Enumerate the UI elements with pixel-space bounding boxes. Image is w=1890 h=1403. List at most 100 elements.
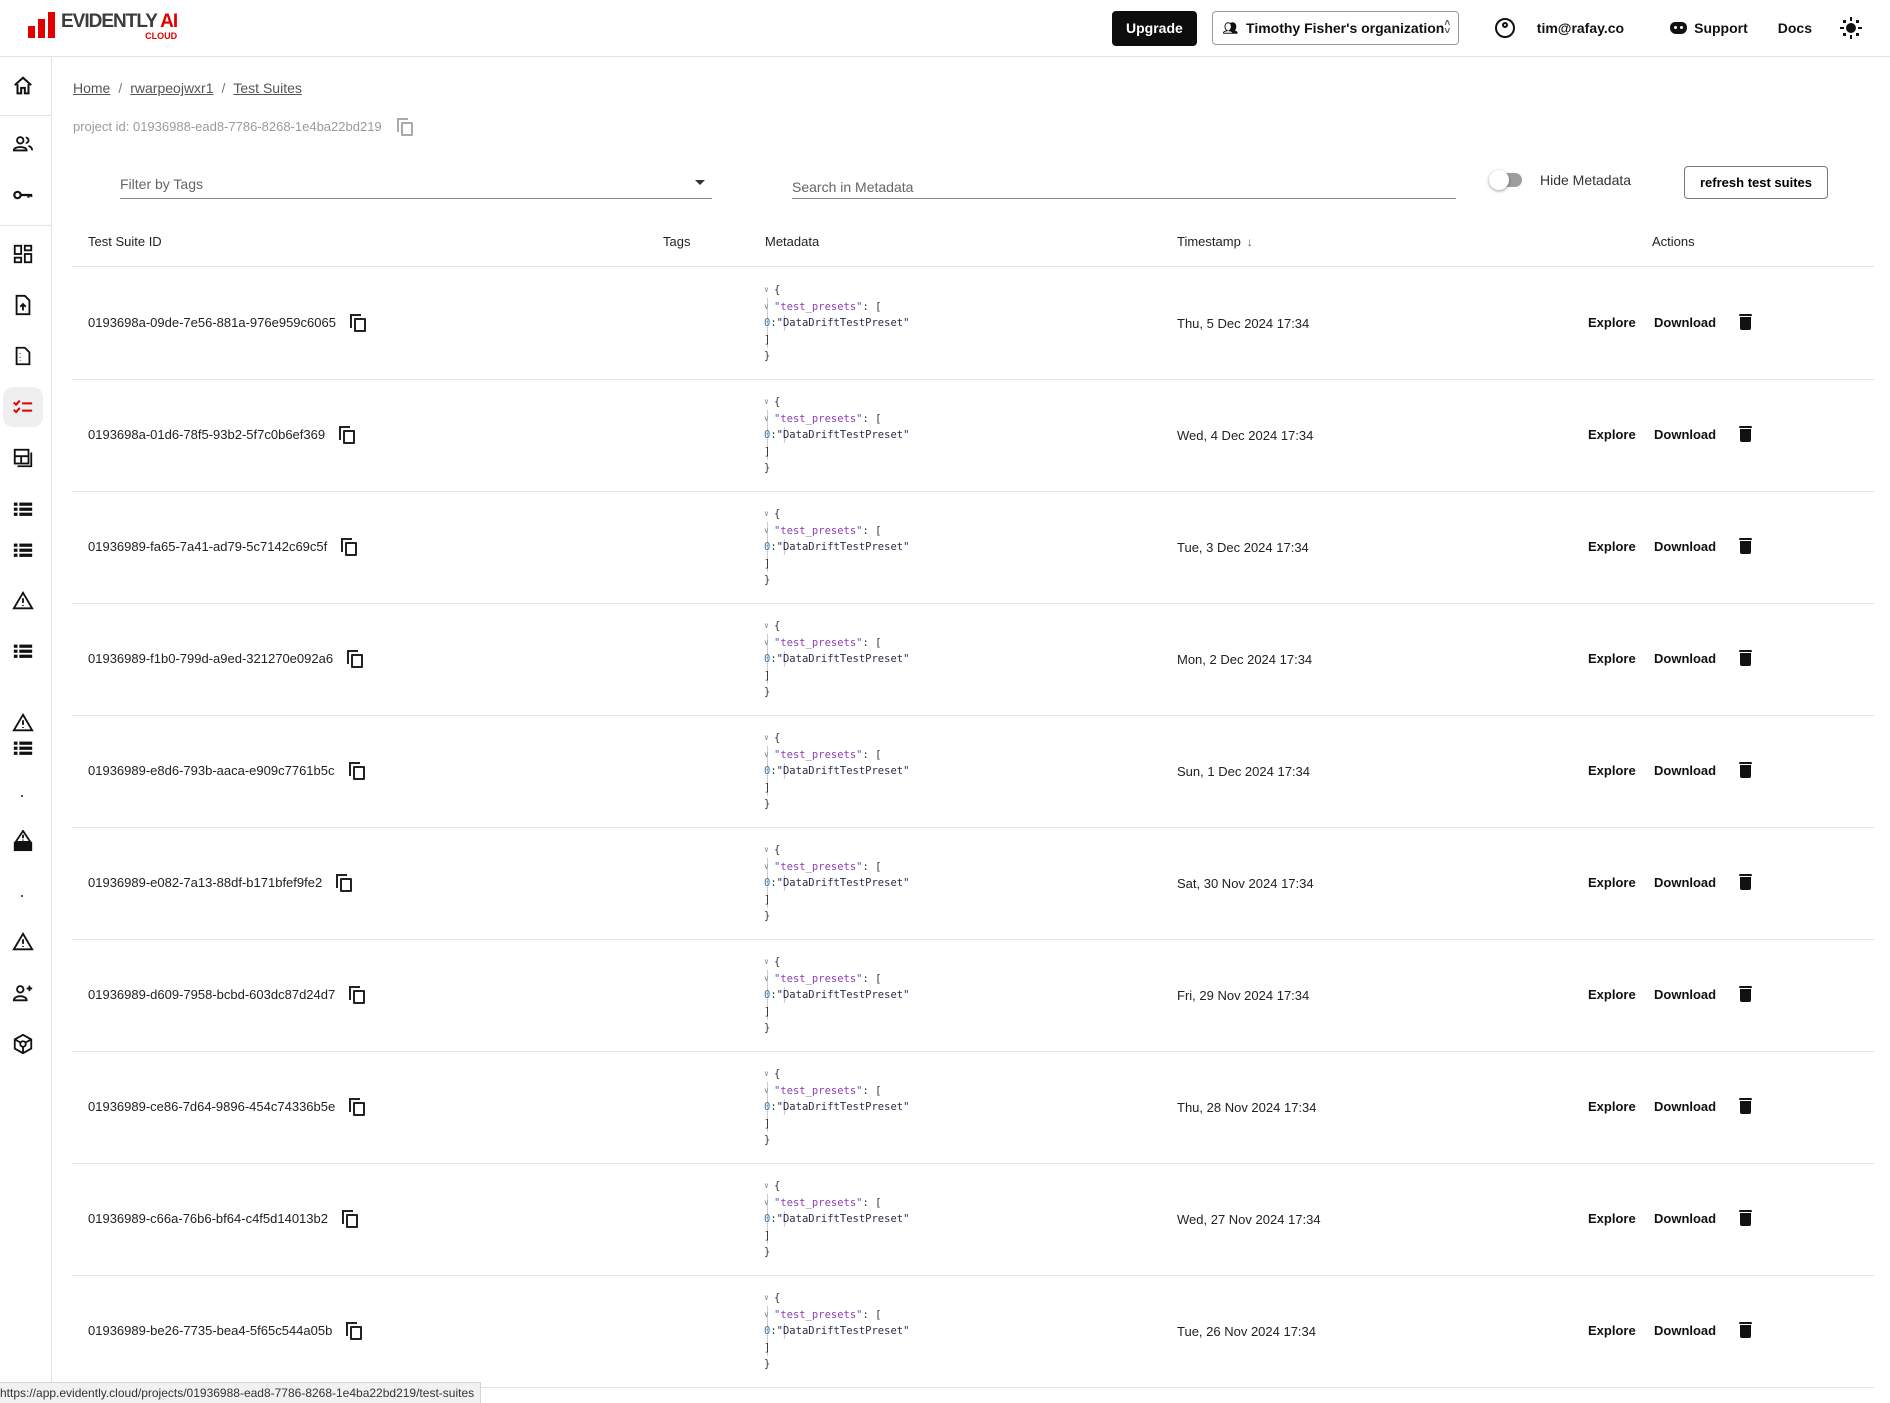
download-button[interactable]: Download — [1654, 651, 1716, 666]
collapse-chevron-icon[interactable]: ∨ — [764, 299, 774, 316]
docs-link[interactable]: Docs — [1778, 20, 1812, 36]
download-button[interactable]: Download — [1654, 875, 1716, 890]
collapse-chevron-icon[interactable]: ∨ — [764, 1290, 774, 1307]
sidebar-item-api-keys[interactable] — [3, 175, 43, 215]
collapse-chevron-icon[interactable]: ∨ — [764, 618, 774, 635]
download-button[interactable]: Download — [1654, 763, 1716, 778]
filter-by-tags-select[interactable]: Filter by Tags — [120, 168, 712, 199]
hide-metadata-toggle[interactable]: Hide Metadata — [1489, 170, 1631, 190]
explore-button[interactable]: Explore — [1588, 1211, 1636, 1226]
explore-button[interactable]: Explore — [1588, 875, 1636, 890]
collapse-chevron-icon[interactable]: ∨ — [764, 506, 774, 523]
sidebar-item-test-suites[interactable] — [3, 387, 43, 427]
explore-button[interactable]: Explore — [1588, 1099, 1636, 1114]
account-menu[interactable]: tim@rafay.co — [1494, 18, 1624, 38]
sun-icon[interactable] — [1840, 17, 1862, 39]
json-index: 0 — [764, 429, 771, 441]
collapse-chevron-icon[interactable]: ∨ — [764, 971, 774, 988]
sidebar-item-alerts-3[interactable] — [3, 922, 43, 962]
sidebar-item-users[interactable] — [3, 124, 43, 164]
sidebar-item-models[interactable] — [3, 1024, 43, 1064]
delete-trash-icon[interactable] — [1739, 538, 1752, 554]
support-link[interactable]: Support — [1670, 20, 1748, 36]
copy-icon[interactable] — [349, 314, 366, 332]
collapse-chevron-icon[interactable]: ∨ — [764, 859, 774, 876]
collapse-chevron-icon[interactable]: ∨ — [764, 635, 774, 652]
logo-sub-text: CLOUD — [145, 31, 178, 41]
organization-selector[interactable]: 👥︎ Timothy Fisher's organization ˄ ˅ — [1211, 11, 1459, 45]
evidently-logo[interactable]: EVIDENTLY AI CLOUD — [28, 12, 178, 41]
sidebar-item-invite[interactable] — [3, 973, 43, 1013]
download-button[interactable]: Download — [1654, 1099, 1716, 1114]
explore-button[interactable]: Explore — [1588, 427, 1636, 442]
collapse-chevron-icon[interactable]: ∨ — [764, 1307, 774, 1324]
download-button[interactable]: Download — [1654, 987, 1716, 1002]
collapse-chevron-icon[interactable]: ∨ — [764, 394, 774, 411]
delete-trash-icon[interactable] — [1739, 1322, 1752, 1338]
delete-trash-icon[interactable] — [1739, 1210, 1752, 1226]
copy-icon[interactable] — [341, 538, 358, 556]
explore-button[interactable]: Explore — [1588, 987, 1636, 1002]
delete-trash-icon[interactable] — [1739, 314, 1752, 330]
sidebar-item-home[interactable] — [3, 66, 43, 106]
delete-trash-icon[interactable] — [1739, 650, 1752, 666]
breadcrumb-home[interactable]: Home — [73, 80, 110, 96]
download-button[interactable]: Download — [1654, 315, 1716, 330]
download-button[interactable]: Download — [1654, 427, 1716, 442]
copy-icon[interactable] — [349, 986, 366, 1004]
sidebar-item-list-2[interactable] — [3, 530, 43, 570]
breadcrumb-project[interactable]: rwarpeojwxr1 — [130, 80, 213, 96]
copy-icon[interactable] — [336, 874, 353, 892]
sidebar-item-list-4[interactable] — [3, 728, 43, 768]
breadcrumb-test-suites[interactable]: Test Suites — [233, 80, 301, 96]
sidebar-item-list-3[interactable] — [3, 631, 43, 671]
collapse-chevron-icon[interactable]: ∨ — [764, 1066, 774, 1083]
column-header-id[interactable]: Test Suite ID — [88, 234, 162, 249]
copy-icon[interactable] — [339, 426, 356, 444]
collapse-chevron-icon[interactable]: ∨ — [764, 523, 774, 540]
copy-icon[interactable] — [349, 1098, 366, 1116]
collapse-chevron-icon[interactable]: ∨ — [764, 730, 774, 747]
collapse-chevron-icon[interactable]: ∨ — [764, 411, 774, 428]
collapse-chevron-icon[interactable]: ∨ — [764, 954, 774, 971]
download-button[interactable]: Download — [1654, 1211, 1716, 1226]
sort-arrow-down-icon[interactable]: ↓ — [1247, 235, 1253, 249]
explore-button[interactable]: Explore — [1588, 1323, 1636, 1338]
collapse-chevron-icon[interactable]: ∨ — [764, 747, 774, 764]
test-suite-id-cell: 01936989-ce86-7d64-9896-454c74336b5e — [88, 1098, 366, 1116]
download-button[interactable]: Download — [1654, 539, 1716, 554]
collapse-chevron-icon[interactable]: ∨ — [764, 842, 774, 859]
copy-icon[interactable] — [347, 650, 364, 668]
copy-icon[interactable] — [346, 1322, 363, 1340]
copy-icon[interactable] — [341, 1210, 358, 1228]
explore-button[interactable]: Explore — [1588, 651, 1636, 666]
explore-button[interactable]: Explore — [1588, 763, 1636, 778]
delete-trash-icon[interactable] — [1739, 426, 1752, 442]
delete-trash-icon[interactable] — [1739, 762, 1752, 778]
sidebar-item-list-1[interactable] — [3, 489, 43, 529]
upgrade-button[interactable]: Upgrade — [1112, 10, 1197, 46]
toggle-switch[interactable] — [1489, 170, 1522, 190]
sidebar-item-reports[interactable] — [3, 285, 43, 325]
download-button[interactable]: Download — [1654, 1323, 1716, 1338]
sidebar-item-snapshots[interactable] — [3, 438, 43, 478]
collapse-chevron-icon[interactable]: ∨ — [764, 282, 774, 299]
sidebar-item-alerts-1[interactable] — [3, 581, 43, 621]
refresh-test-suites-button[interactable]: refresh test suites — [1684, 166, 1828, 199]
copy-icon[interactable] — [396, 118, 413, 136]
search-metadata-input[interactable] — [792, 168, 1456, 199]
explore-button[interactable]: Explore — [1588, 315, 1636, 330]
sidebar-item-alerts-list[interactable] — [3, 821, 43, 861]
collapse-chevron-icon[interactable]: ∨ — [764, 1195, 774, 1212]
delete-trash-icon[interactable] — [1739, 986, 1752, 1002]
metadata-json-viewer: ∨{ ∨ "test_presets": [ 0: "DataDriftTestPr… — [764, 282, 909, 365]
collapse-chevron-icon[interactable]: ∨ — [764, 1083, 774, 1100]
copy-icon[interactable] — [348, 762, 365, 780]
collapse-chevron-icon[interactable]: ∨ — [764, 1178, 774, 1195]
sidebar-item-datasets[interactable] — [3, 336, 43, 376]
delete-trash-icon[interactable] — [1739, 874, 1752, 890]
explore-button[interactable]: Explore — [1588, 539, 1636, 554]
delete-trash-icon[interactable] — [1739, 1098, 1752, 1114]
column-header-timestamp[interactable]: Timestamp ↓ — [1177, 234, 1253, 249]
sidebar-item-dashboard[interactable] — [3, 234, 43, 274]
